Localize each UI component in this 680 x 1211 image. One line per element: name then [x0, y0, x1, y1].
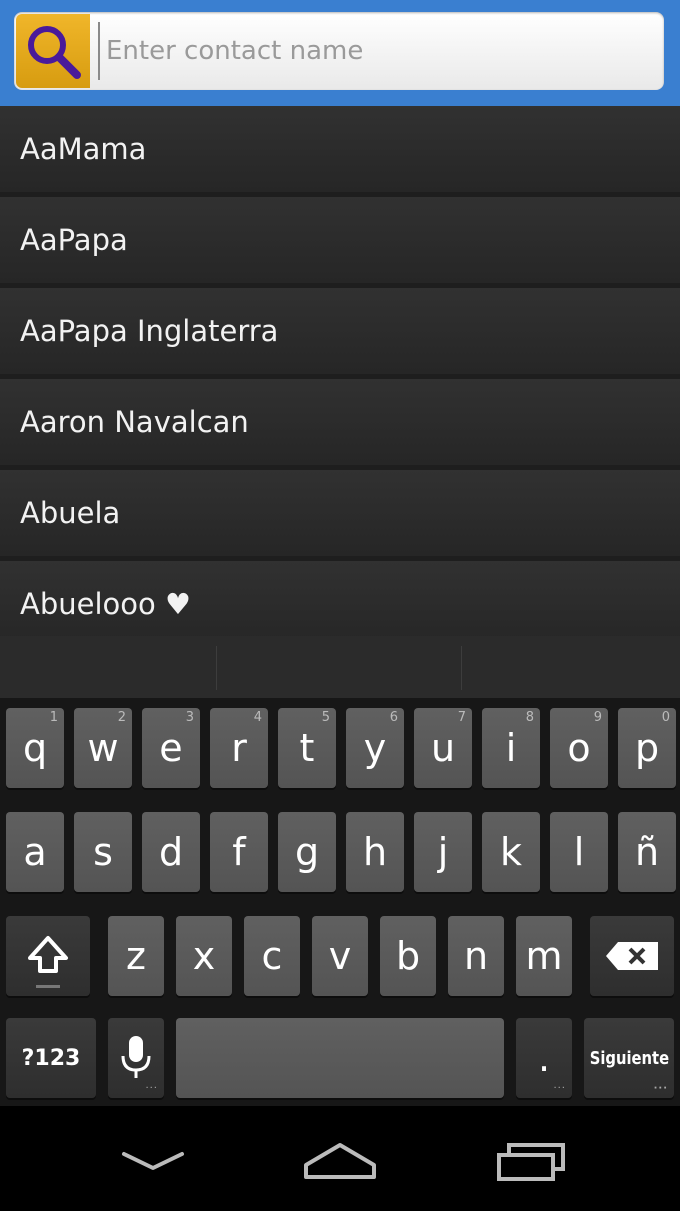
system-navigation-bar: [0, 1106, 680, 1211]
key-label: Siguiente: [589, 1047, 669, 1069]
key-z[interactable]: z: [108, 916, 164, 996]
key-hint: 1: [49, 710, 58, 725]
more-options-indicator: ···: [553, 1083, 566, 1094]
key-h[interactable]: h: [346, 812, 404, 892]
key-a[interactable]: a: [6, 812, 64, 892]
key-y[interactable]: y6: [346, 708, 404, 788]
key-f[interactable]: f: [210, 812, 268, 892]
key-w[interactable]: w2: [74, 708, 132, 788]
shift-icon: [28, 936, 68, 973]
contact-list[interactable]: AaMama AaPapa AaPapa Inglaterra Aaron Na…: [0, 106, 680, 636]
home-button[interactable]: [295, 1136, 385, 1186]
key-k[interactable]: k: [482, 812, 540, 892]
search-button[interactable]: [16, 14, 90, 88]
shift-indicator: [36, 985, 60, 988]
recent-apps-button[interactable]: [486, 1136, 576, 1186]
more-options-indicator: ···: [653, 1083, 668, 1094]
key-hint: 3: [185, 710, 194, 725]
key-label: o: [567, 726, 591, 770]
contact-item[interactable]: Abuelooo ♥: [0, 561, 680, 636]
more-options-indicator: ···: [145, 1083, 158, 1094]
key-g[interactable]: g: [278, 812, 336, 892]
key-hint: 9: [593, 710, 602, 725]
contact-item[interactable]: AaMama: [0, 106, 680, 192]
key-d[interactable]: d: [142, 812, 200, 892]
soft-keyboard: q1 w2 e3 r4 t5 y6 u7 i8 o9 p0 a s d f g …: [0, 698, 680, 1106]
key-s[interactable]: s: [74, 812, 132, 892]
key-o[interactable]: o9: [550, 708, 608, 788]
key-label: r: [231, 726, 247, 770]
contact-item[interactable]: AaPapa: [0, 197, 680, 283]
next-action-key[interactable]: Siguiente ···: [584, 1018, 674, 1098]
key-hint: 4: [253, 710, 262, 725]
key-hint: 2: [117, 710, 126, 725]
key-n-tilde[interactable]: ñ: [618, 812, 676, 892]
key-c[interactable]: c: [244, 916, 300, 996]
key-hint: 5: [321, 710, 330, 725]
key-label: q: [22, 726, 48, 770]
key-hint: 8: [525, 710, 534, 725]
key-label: t: [299, 726, 315, 770]
key-label: .: [537, 1036, 551, 1080]
space-bar[interactable]: [176, 1018, 504, 1098]
key-r[interactable]: r4: [210, 708, 268, 788]
shift-key[interactable]: [6, 916, 90, 996]
chevron-down-icon: [122, 1152, 184, 1170]
key-x[interactable]: x: [176, 916, 232, 996]
contact-item[interactable]: Abuela: [0, 470, 680, 556]
search-icon: [28, 26, 81, 79]
microphone-icon: [121, 1036, 151, 1078]
key-p[interactable]: p0: [618, 708, 676, 788]
search-box[interactable]: [14, 12, 664, 90]
key-hint: 0: [661, 710, 670, 725]
home-icon: [304, 1143, 376, 1179]
key-e[interactable]: e3: [142, 708, 200, 788]
backspace-key[interactable]: [590, 916, 674, 996]
key-i[interactable]: i8: [482, 708, 540, 788]
key-hint: 7: [457, 710, 466, 725]
key-l[interactable]: l: [550, 812, 608, 892]
key-label: p: [634, 726, 660, 770]
voice-input-key[interactable]: ···: [108, 1018, 164, 1098]
key-u[interactable]: u7: [414, 708, 472, 788]
back-button[interactable]: [108, 1136, 198, 1186]
period-key[interactable]: . ···: [516, 1018, 572, 1098]
backspace-icon: [606, 942, 658, 970]
key-label: e: [159, 726, 183, 770]
key-q[interactable]: q1: [6, 708, 64, 788]
recent-apps-icon: [497, 1143, 565, 1181]
key-label: w: [87, 726, 119, 770]
contact-item[interactable]: AaPapa Inglaterra: [0, 288, 680, 374]
key-n[interactable]: n: [448, 916, 504, 996]
suggestion-slot-right[interactable]: [462, 636, 680, 698]
key-m[interactable]: m: [516, 916, 572, 996]
key-label: y: [363, 726, 387, 770]
key-v[interactable]: v: [312, 916, 368, 996]
search-header: [0, 0, 680, 106]
key-j[interactable]: j: [414, 812, 472, 892]
key-t[interactable]: t5: [278, 708, 336, 788]
contact-search-input[interactable]: [98, 22, 664, 80]
contact-item[interactable]: Aaron Navalcan: [0, 379, 680, 465]
key-b[interactable]: b: [380, 916, 436, 996]
key-label: i: [505, 726, 517, 770]
symbols-key[interactable]: ?123: [6, 1018, 96, 1098]
key-label: u: [430, 726, 456, 770]
key-hint: 6: [389, 710, 398, 725]
suggestion-strip: [0, 636, 680, 698]
suggestion-slot-center[interactable]: [217, 636, 461, 698]
suggestion-slot-left[interactable]: [0, 636, 216, 698]
